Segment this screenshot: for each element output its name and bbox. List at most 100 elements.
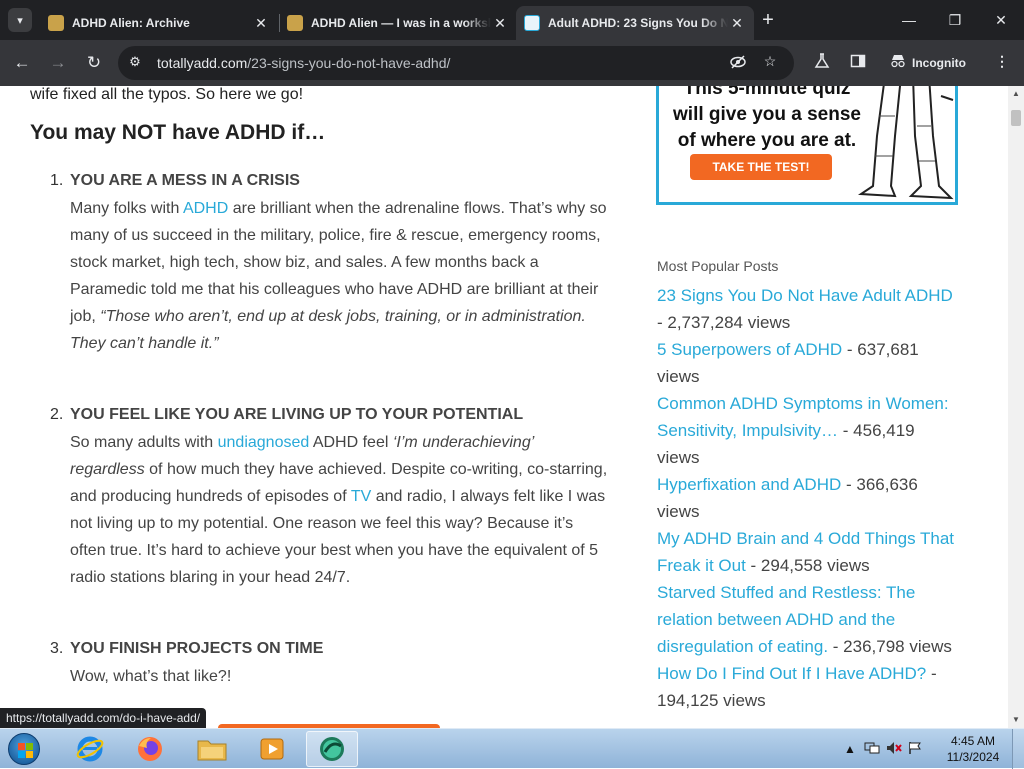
item-number: 1. <box>50 172 64 189</box>
url-text[interactable]: totallyadd.com/23-signs-you-do-not-have-… <box>157 55 450 71</box>
back-button[interactable]: ← <box>8 49 36 77</box>
labs-flask-icon[interactable] <box>812 53 832 73</box>
list-item: My ADHD Brain and 4 Odd Things That Frea… <box>657 529 955 575</box>
bookmark-star-icon[interactable]: ☆ <box>760 53 780 73</box>
cartoon-figure-image <box>857 86 954 200</box>
close-tab-icon[interactable]: ✕ <box>252 15 270 32</box>
tab-adult-adhd-23-signs[interactable]: Adult ADHD: 23 Signs You Do Not Have ✕ <box>516 6 754 40</box>
plus-icon: + <box>762 9 774 31</box>
close-tab-icon[interactable]: ✕ <box>491 15 509 32</box>
arrow-right-icon: → <box>49 53 67 72</box>
intro-text: wife fixed all the typos. So here we go! <box>30 86 304 103</box>
tab-title: Adult ADHD: 23 Signs You Do Not Have <box>548 16 728 30</box>
site-info-icon[interactable]: ⚙ <box>126 54 144 72</box>
action-center-flag-icon[interactable] <box>908 741 922 758</box>
tab-strip: ▾ ADHD Alien: Archive ✕ ADHD Alien — I w… <box>0 0 1024 40</box>
windows-taskbar: ▲ 4:45 AM 11/3/2024 <box>0 728 1024 769</box>
chrome-taskbar-button[interactable] <box>306 731 358 767</box>
list-item: Hyperfixation and ADHD - 366,636 views <box>657 475 918 521</box>
media-player-icon <box>260 738 284 760</box>
tab-adhd-alien-workshop[interactable]: ADHD Alien — I was in a workshop ✕ <box>279 6 517 40</box>
scroll-down-arrow-icon[interactable]: ▼ <box>1008 712 1024 728</box>
close-tab-icon[interactable]: ✕ <box>728 15 746 32</box>
list-item: Common ADHD Symptoms in Women: Sensitivi… <box>657 394 949 467</box>
chevron-down-icon: ▾ <box>17 14 23 27</box>
menu-kebab-icon[interactable]: ⋮ <box>992 53 1012 73</box>
volume-muted-icon[interactable] <box>886 741 902 758</box>
network-icon[interactable] <box>864 741 880 758</box>
scrollbar-thumb[interactable] <box>1011 110 1021 126</box>
internet-explorer-taskbar-button[interactable] <box>64 731 116 767</box>
arrow-left-icon: ← <box>13 53 31 72</box>
reload-button[interactable]: ↻ <box>80 49 108 77</box>
popular-posts-heading: Most Popular Posts <box>657 258 779 274</box>
scroll-up-arrow-icon[interactable]: ▲ <box>1008 86 1024 102</box>
favicon-icon <box>48 15 64 31</box>
tab-title: ADHD Alien — I was in a workshop <box>311 16 491 30</box>
tab-search-button[interactable]: ▾ <box>8 8 32 32</box>
eye-off-icon[interactable] <box>728 53 748 73</box>
popular-posts-list: 23 Signs You Do Not Have Adult ADHD - 2,… <box>657 282 957 714</box>
popular-post-link[interactable]: 23 Signs You Do Not Have Adult ADHD <box>657 286 953 305</box>
firefox-icon <box>138 737 162 761</box>
page-scrollbar[interactable]: ▲ ▼ <box>1008 86 1024 728</box>
list-item: How Do I Find Out If I Have ADHD? - 194,… <box>657 664 937 710</box>
popular-post-link[interactable]: Hyperfixation and ADHD <box>657 475 841 494</box>
list-item: 5 Superpowers of ADHD - 637,681 views <box>657 340 919 386</box>
show-desktop-button[interactable] <box>1012 729 1024 769</box>
close-icon: ✕ <box>995 11 1007 28</box>
minimize-icon: — <box>902 12 916 28</box>
list-item: Starved Stuffed and Restless: The relati… <box>657 583 952 656</box>
popular-post-link[interactable]: How Do I Find Out If I Have ADHD? <box>657 664 926 683</box>
media-player-taskbar-button[interactable] <box>246 731 298 767</box>
close-window-button[interactable]: ✕ <box>978 0 1024 40</box>
show-hidden-icons-icon[interactable]: ▲ <box>844 742 856 756</box>
quiz-ad-banner[interactable]: This 5-minute quiz will give you a sense… <box>656 86 958 205</box>
new-tab-button[interactable]: + <box>756 9 780 33</box>
ad-text: This 5-minute quiz will give you a sense… <box>673 86 861 151</box>
adhd-link[interactable]: ADHD <box>183 200 228 217</box>
undiagnosed-link[interactable]: undiagnosed <box>218 434 310 451</box>
item-paragraph: Many folks with ADHD are brilliant when … <box>70 200 607 352</box>
link-status-bubble: https://totallyadd.com/do-i-have-add/ <box>0 708 207 728</box>
list-item: 23 Signs You Do Not Have Adult ADHD - 2,… <box>657 286 953 332</box>
incognito-indicator[interactable]: Incognito <box>890 54 966 71</box>
restore-button[interactable]: ❐ <box>932 0 978 40</box>
item-paragraph: Wow, what’s that like?! <box>70 668 232 685</box>
file-explorer-taskbar-button[interactable] <box>186 731 238 767</box>
address-bar[interactable]: ⚙ totallyadd.com/23-signs-you-do-not-hav… <box>118 46 794 80</box>
system-tray: ▲ <box>844 729 922 769</box>
reload-icon: ↻ <box>86 53 102 72</box>
favicon-icon <box>287 15 303 31</box>
browser-app-icon <box>320 737 344 761</box>
tab-title: ADHD Alien: Archive <box>72 16 190 30</box>
incognito-icon <box>890 54 906 71</box>
item-number: 2. <box>50 406 64 423</box>
internet-explorer-icon <box>76 736 104 762</box>
item-number: 3. <box>50 640 64 657</box>
item-title: YOU FINISH PROJECTS ON TIME <box>70 640 324 657</box>
item-paragraph: So many adults with undiagnosed ADHD fee… <box>70 434 608 586</box>
article-heading: You may NOT have ADHD if… <box>30 121 326 144</box>
tab-adhd-alien-archive[interactable]: ADHD Alien: Archive ✕ <box>40 6 278 40</box>
favicon-icon <box>524 15 540 31</box>
browser-toolbar: ← → ↻ ⚙ totallyadd.com/23-signs-you-do-n… <box>0 40 1024 86</box>
item-title: YOU FEEL LIKE YOU ARE LIVING UP TO YOUR … <box>70 406 524 423</box>
forward-button[interactable]: → <box>44 49 72 77</box>
tv-link[interactable]: TV <box>351 488 371 505</box>
side-panel-icon[interactable] <box>848 53 868 73</box>
popular-post-link[interactable]: 5 Superpowers of ADHD <box>657 340 842 359</box>
restore-icon: ❐ <box>948 11 962 28</box>
taskbar-clock[interactable]: 4:45 AM 11/3/2024 <box>940 733 1006 765</box>
item-title: YOU ARE A MESS IN A CRISIS <box>70 172 300 189</box>
windows-logo-icon <box>8 733 40 765</box>
clock-time: 4:45 AM <box>950 734 996 748</box>
page-content: wife fixed all the typos. So here we go!… <box>0 86 1008 728</box>
clock-date: 11/3/2024 <box>946 750 1000 764</box>
incognito-label: Incognito <box>912 55 966 70</box>
start-button[interactable] <box>4 731 44 767</box>
folder-icon <box>197 740 227 761</box>
firefox-taskbar-button[interactable] <box>124 731 176 767</box>
minimize-button[interactable]: — <box>886 0 932 40</box>
take-the-test-button[interactable]: TAKE THE TEST! <box>690 154 832 180</box>
